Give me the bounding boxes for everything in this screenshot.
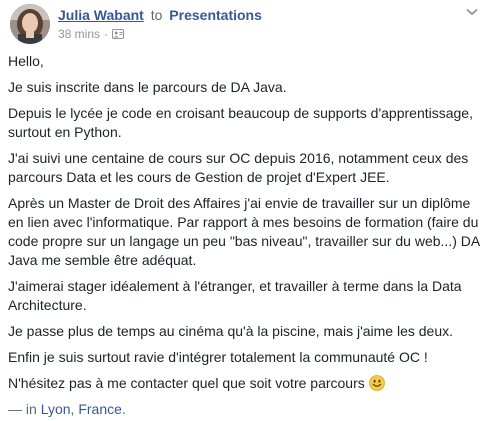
location-prefix: — in xyxy=(8,401,37,417)
author-line: Julia Wabant to Presentations xyxy=(58,6,478,24)
paragraph: J'aimerai stager idéalement à l'étranger… xyxy=(8,278,462,313)
post-card: Julia Wabant to Presentations 38 mins · xyxy=(0,0,494,421)
location-city-link[interactable]: Lyon xyxy=(41,401,71,417)
location-end: . xyxy=(121,401,126,417)
paragraph: Hello, xyxy=(8,53,44,69)
paragraph: Je passe plus de temps au cinéma qu'à la… xyxy=(8,323,454,339)
chevron-down-icon[interactable] xyxy=(464,6,480,18)
paragraph: Enfin je suis surtout ravie d'intégrer t… xyxy=(8,349,428,365)
paragraph: Après un Master de Droit des Affaires j'… xyxy=(8,195,480,268)
separator-dot: · xyxy=(104,27,109,41)
post-body: Hello, Je suis inscrite dans le parcours… xyxy=(8,52,484,419)
paragraph: J'ai suivi une centaine de cours sur OC … xyxy=(8,150,469,185)
paragraph: Depuis le lycée je code en croisant beau… xyxy=(8,105,473,140)
location-separator: , xyxy=(70,401,75,417)
profile-photo xyxy=(10,4,50,44)
time-line: 38 mins · xyxy=(58,26,478,42)
location-country-link[interactable]: France xyxy=(78,401,122,417)
smiley-emoji-icon xyxy=(368,375,385,391)
group-link[interactable]: Presentations xyxy=(169,7,262,23)
paragraph-text: N'hésitez pas à me contacter quel que so… xyxy=(8,375,365,391)
avatar[interactable] xyxy=(10,4,50,44)
friends-icon[interactable] xyxy=(112,28,125,40)
post-meta: Julia Wabant to Presentations 38 mins · xyxy=(58,6,478,42)
location-line: — in Lyon, France. xyxy=(8,400,484,419)
timestamp-link[interactable]: 38 mins xyxy=(58,26,100,42)
to-label: to xyxy=(150,7,163,23)
author-link[interactable]: Julia Wabant xyxy=(58,7,144,23)
last-paragraph: N'hésitez pas à me contacter quel que so… xyxy=(8,374,484,393)
paragraph: Je suis inscrite dans le parcours de DA … xyxy=(8,79,287,95)
